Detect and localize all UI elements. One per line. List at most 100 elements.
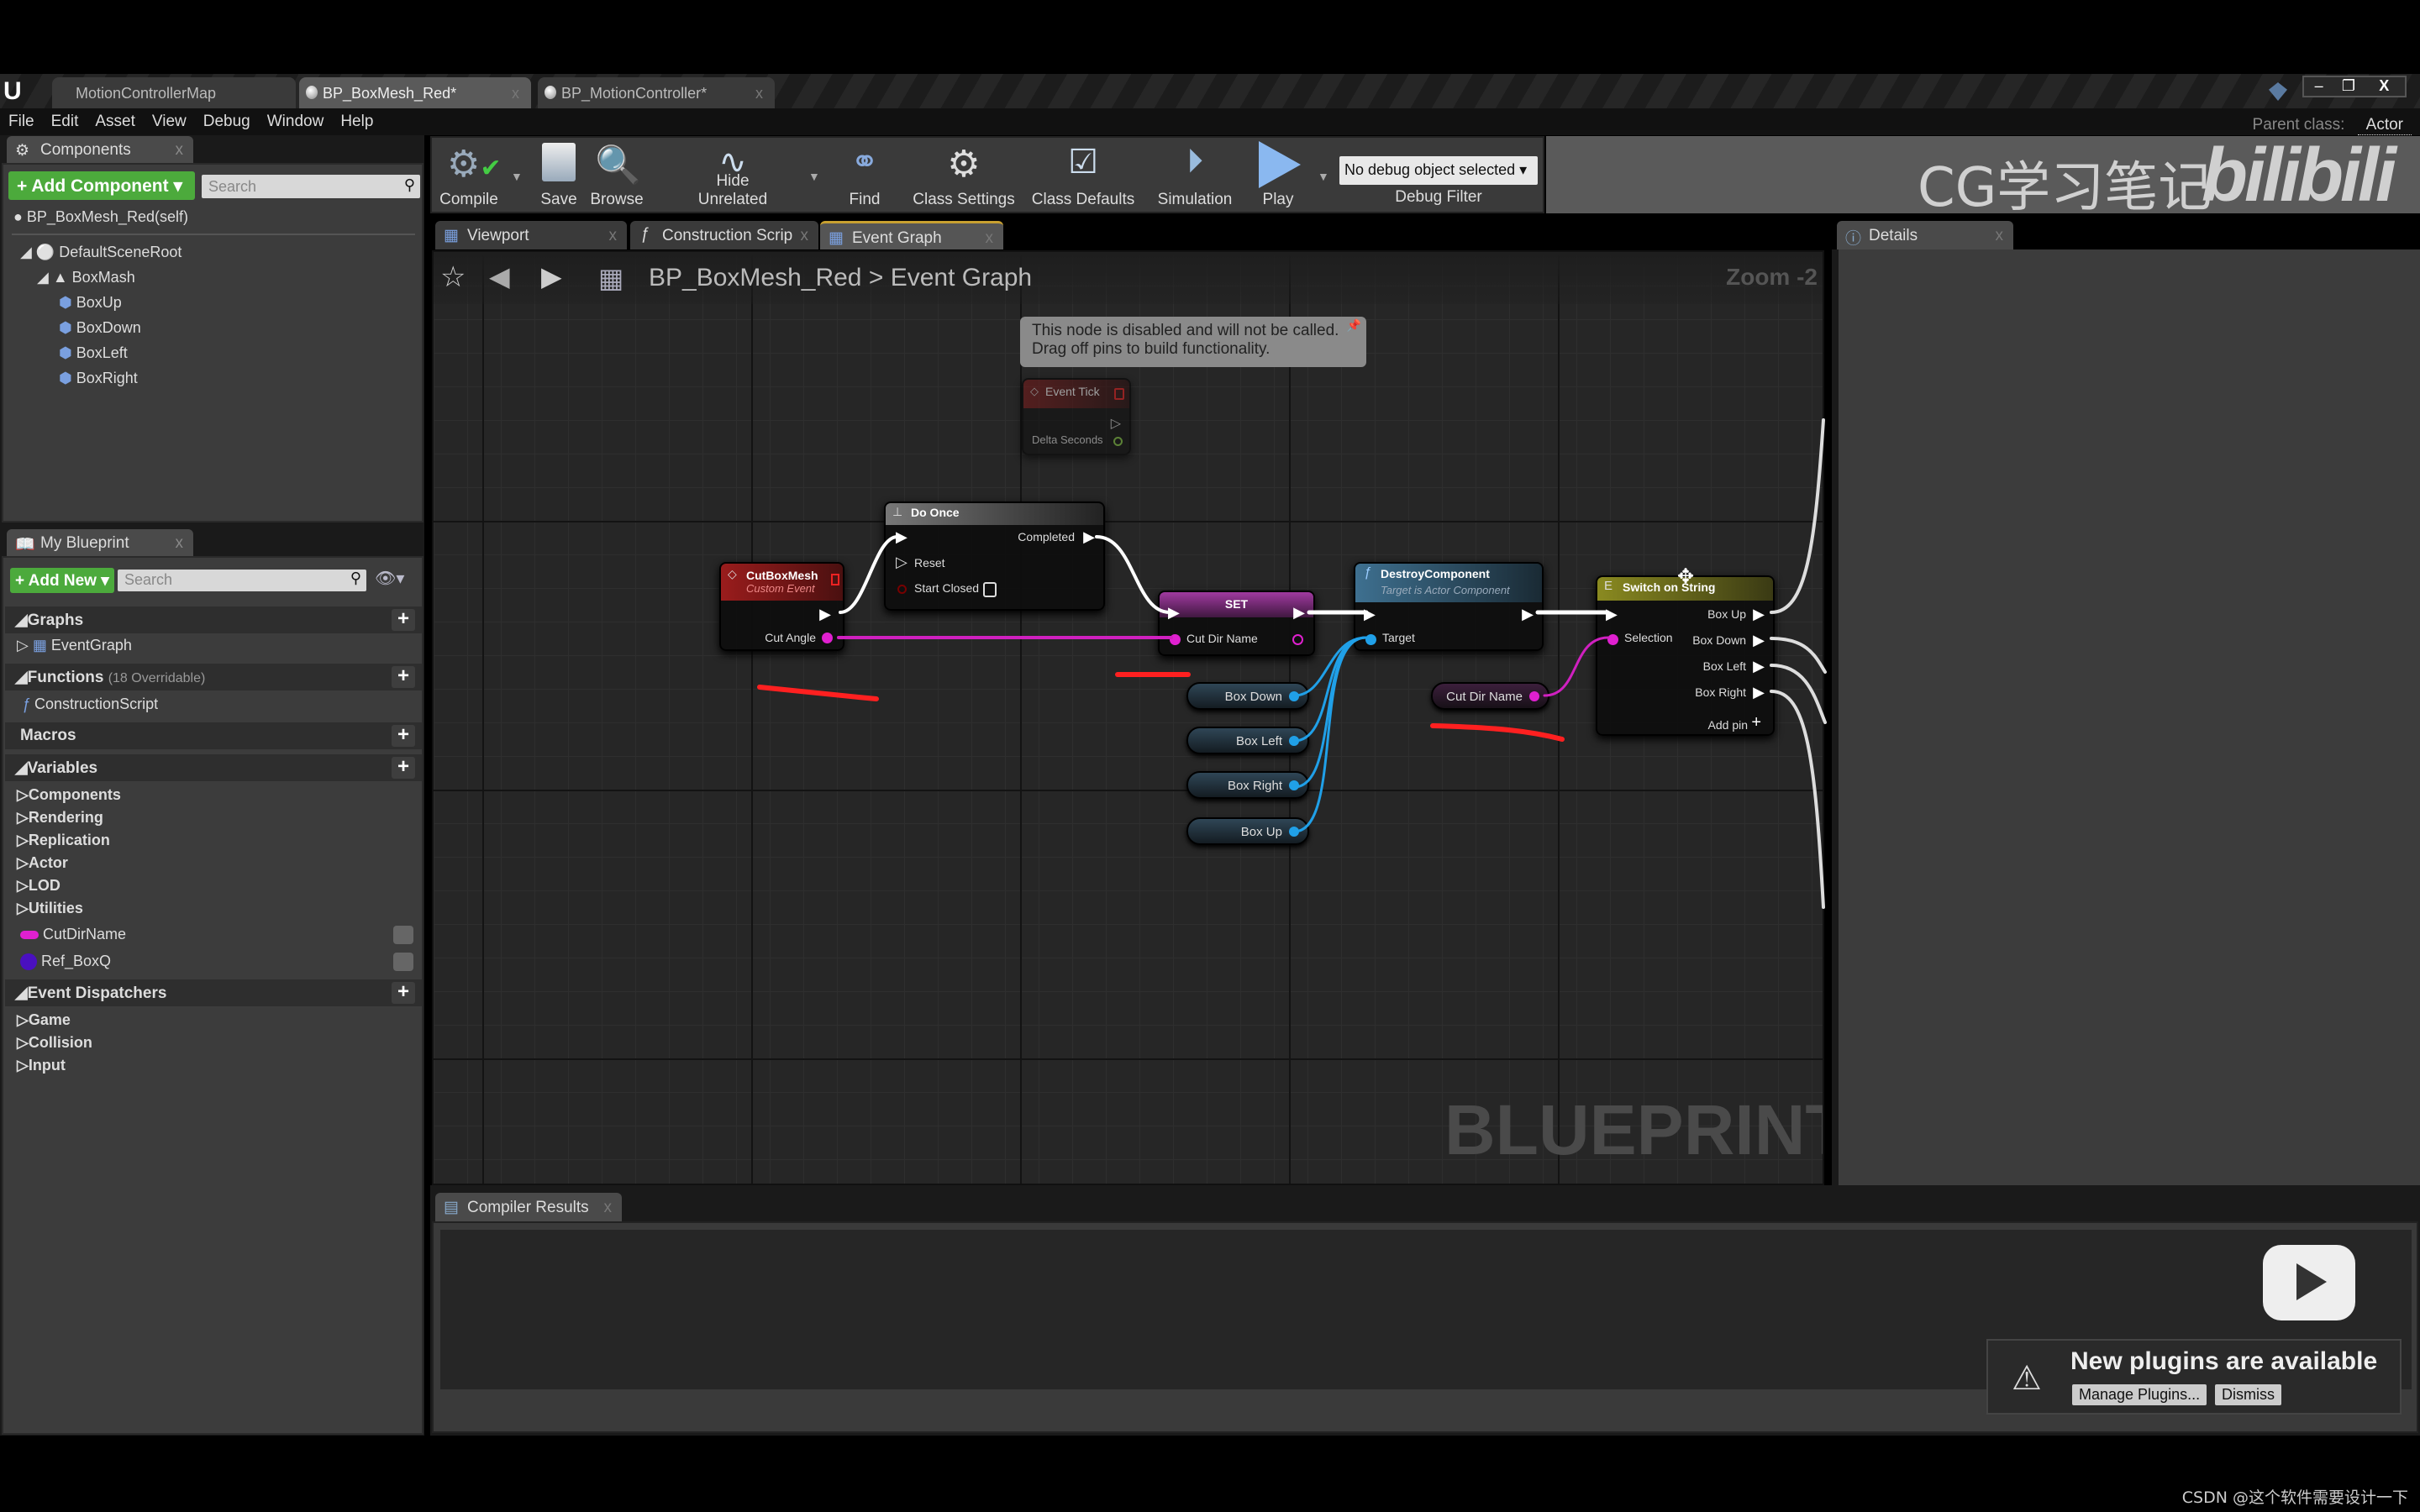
selection-in-pin[interactable] bbox=[1607, 634, 1618, 645]
tree-item-boxup[interactable]: ⬢ BoxUp bbox=[59, 294, 122, 312]
hide-unrelated-button[interactable]: ∿ Hide Unrelated bbox=[681, 138, 785, 214]
exec-out-pin-box-up[interactable]: ▶ bbox=[1753, 606, 1765, 623]
exec-out-pin[interactable]: ▶ bbox=[819, 606, 831, 623]
start-closed-checkbox[interactable] bbox=[983, 582, 997, 597]
menu-file[interactable]: File bbox=[0, 108, 43, 131]
close-icon[interactable]: x bbox=[512, 85, 519, 102]
node-destroy-component[interactable]: DestroyComponent ƒ Target is Actor Compo… bbox=[1354, 562, 1544, 651]
class-settings-button[interactable]: ⚙ Class Settings bbox=[909, 138, 1018, 214]
delegate-pin[interactable] bbox=[1114, 388, 1124, 400]
play-button[interactable]: Play bbox=[1249, 138, 1307, 214]
section-variables[interactable]: ◢Variables + bbox=[5, 754, 422, 781]
node-cutboxmesh[interactable]: CutBoxMesh Custom Event ◇ ▶ Cut Angle bbox=[719, 562, 844, 651]
doc-tab-motioncontrollermap[interactable]: MotionControllerMap bbox=[52, 77, 296, 108]
close-icon[interactable]: x bbox=[609, 227, 618, 245]
components-search-input[interactable]: Search ⚲ bbox=[202, 175, 420, 198]
tree-item-defaultsceneroot[interactable]: ◢ ⚪ DefaultSceneRoot bbox=[20, 244, 182, 261]
add-variable-button[interactable]: + bbox=[392, 757, 415, 779]
object-out-pin[interactable] bbox=[1289, 780, 1299, 790]
breadcrumb-blueprint[interactable]: BP_BoxMesh_Red bbox=[649, 264, 861, 291]
add-new-button[interactable]: + Add New ▾ bbox=[10, 568, 114, 593]
string-in-pin[interactable] bbox=[1170, 634, 1181, 645]
exec-out-pin-box-down[interactable]: ▶ bbox=[1753, 632, 1765, 649]
variable-cutdirname[interactable]: CutDirName bbox=[5, 926, 422, 944]
blueprint-search-input[interactable]: Search ⚲ bbox=[118, 570, 366, 591]
item-constructionscript[interactable]: ƒ ConstructionScript bbox=[5, 696, 422, 713]
add-graph-button[interactable]: + bbox=[392, 609, 415, 631]
save-button[interactable]: Save bbox=[533, 138, 585, 214]
object-out-pin[interactable] bbox=[1289, 827, 1299, 837]
tab-construction-script[interactable]: ƒ Construction Scrip x bbox=[630, 221, 818, 249]
var-box-right[interactable]: Box Right bbox=[1186, 771, 1309, 799]
string-out-pin[interactable] bbox=[822, 633, 833, 643]
parent-class-link[interactable]: Actor bbox=[2357, 112, 2412, 135]
exec-out-pin[interactable]: ▷ bbox=[1111, 415, 1121, 432]
close-icon[interactable]: x bbox=[176, 534, 184, 553]
menu-edit[interactable]: Edit bbox=[43, 108, 87, 131]
exec-in-pin[interactable]: ▶ bbox=[1168, 604, 1180, 622]
tab-viewport[interactable]: ▦ Viewport x bbox=[435, 221, 627, 249]
var-box-up[interactable]: Box Up bbox=[1186, 817, 1309, 845]
forward-arrow-icon[interactable]: ▶ bbox=[541, 260, 562, 292]
section-graphs[interactable]: ◢Graphs + bbox=[5, 606, 422, 633]
section-macros[interactable]: Macros + bbox=[5, 722, 422, 749]
exec-in-pin[interactable]: ▶ bbox=[1606, 606, 1618, 623]
bool-in-pin[interactable] bbox=[897, 585, 907, 594]
var-box-down[interactable]: Box Down bbox=[1186, 682, 1309, 710]
variable-ref-boxq[interactable]: Ref_BoxQ bbox=[5, 953, 422, 971]
simulation-button[interactable]: ⏵ Simulation bbox=[1151, 138, 1239, 214]
node-event-tick[interactable]: Event Tick ◇ ▷ Delta Seconds bbox=[1022, 378, 1131, 455]
object-out-pin[interactable] bbox=[1289, 736, 1299, 746]
manage-plugins-button[interactable]: Manage Plugins... bbox=[2072, 1384, 2207, 1405]
close-icon[interactable]: x bbox=[755, 85, 763, 102]
var-box-left[interactable]: Box Left bbox=[1186, 727, 1309, 754]
learn-icon[interactable] bbox=[2269, 82, 2287, 101]
dismiss-button[interactable]: Dismiss bbox=[2215, 1384, 2281, 1405]
section-event-dispatchers[interactable]: ◢Event Dispatchers + bbox=[5, 979, 422, 1006]
tree-item-boxmash[interactable]: ◢ ▲ BoxMash bbox=[37, 269, 135, 286]
target-in-pin[interactable] bbox=[1365, 634, 1376, 645]
restore-icon[interactable]: ❐ bbox=[2333, 77, 2363, 96]
tree-item-boxright[interactable]: ⬢ BoxRight bbox=[59, 370, 138, 387]
exec-out-pin[interactable]: ▶ bbox=[1522, 606, 1534, 623]
visibility-toggle[interactable] bbox=[393, 953, 413, 971]
minimize-icon[interactable]: – bbox=[2304, 77, 2333, 96]
add-function-button[interactable]: + bbox=[392, 666, 415, 688]
object-out-pin[interactable] bbox=[1289, 691, 1299, 701]
close-icon[interactable]: x bbox=[801, 227, 809, 245]
node-set[interactable]: SET ▶ ▶ Cut Dir Name bbox=[1158, 591, 1315, 656]
close-window-icon[interactable]: X bbox=[2364, 77, 2405, 96]
add-component-button[interactable]: + Add Component ▾ bbox=[8, 171, 195, 200]
dispatcher-category-collision[interactable]: ▷Collision bbox=[5, 1034, 422, 1052]
tree-item-boxdown[interactable]: ⬢ BoxDown bbox=[59, 319, 141, 337]
exec-out-pin[interactable]: ▶ bbox=[1293, 604, 1305, 622]
add-macro-button[interactable]: + bbox=[392, 725, 415, 747]
tab-event-graph[interactable]: ▦ Event Graph x bbox=[820, 221, 1003, 249]
add-dispatcher-button[interactable]: + bbox=[392, 982, 415, 1004]
menu-window[interactable]: Window bbox=[259, 108, 333, 131]
visibility-eye-icon[interactable]: 👁▾ bbox=[375, 568, 404, 589]
compile-options-dropdown[interactable]: ▼ bbox=[511, 170, 523, 183]
var-cut-dir-name[interactable]: Cut Dir Name bbox=[1431, 682, 1549, 710]
close-icon[interactable]: x bbox=[1996, 227, 2004, 245]
reset-exec-pin[interactable]: ▷ bbox=[896, 554, 908, 571]
menu-view[interactable]: View bbox=[144, 108, 195, 131]
dispatcher-category-input[interactable]: ▷Input bbox=[5, 1057, 422, 1074]
visibility-toggle[interactable] bbox=[393, 926, 413, 944]
play-options-dropdown[interactable]: ▼ bbox=[1318, 170, 1329, 183]
section-functions[interactable]: ◢Functions (18 Overridable) + bbox=[5, 664, 422, 690]
exec-out-pin-box-right[interactable]: ▶ bbox=[1753, 684, 1765, 701]
my-blueprint-tab[interactable]: 📖 My Blueprint x bbox=[7, 529, 193, 556]
node-switch-on-string[interactable]: Switch on String E ▶ Selection Box Up ▶ B… bbox=[1596, 575, 1775, 736]
class-defaults-button[interactable]: ☑ Class Defaults bbox=[1028, 138, 1138, 214]
delegate-pin[interactable] bbox=[831, 574, 839, 585]
components-tab[interactable]: ⚙ Components x bbox=[7, 136, 193, 163]
var-category-components[interactable]: ▷Components bbox=[5, 786, 422, 804]
var-category-replication[interactable]: ▷Replication bbox=[5, 832, 422, 849]
string-out-pin[interactable] bbox=[1292, 634, 1303, 645]
menu-debug[interactable]: Debug bbox=[195, 108, 259, 131]
debug-object-select[interactable]: No debug object selected ▾ bbox=[1339, 156, 1538, 185]
item-eventgraph[interactable]: ▷ ▦ EventGraph bbox=[5, 637, 422, 654]
compile-button[interactable]: ⚙✔ Compile bbox=[435, 138, 502, 214]
pin-icon[interactable]: 📌 bbox=[1347, 318, 1361, 333]
